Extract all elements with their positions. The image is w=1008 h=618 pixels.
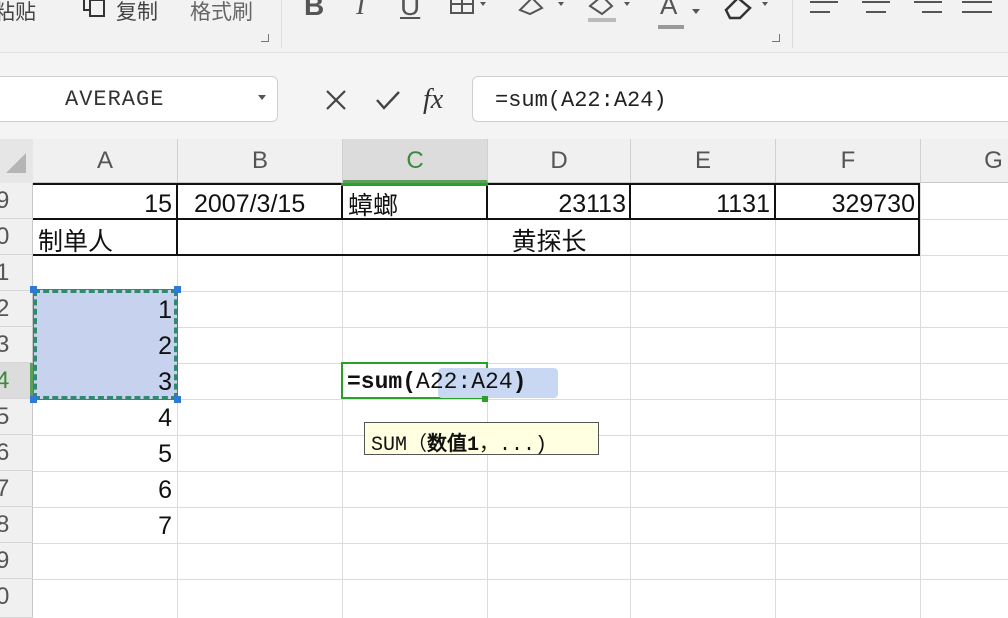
cell-a19[interactable]: 15	[36, 190, 172, 219]
formula-input[interactable]: =sum(A22:A24)	[472, 76, 1008, 122]
cell-d19[interactable]: 23113	[490, 190, 626, 219]
cell-a26[interactable]: 5	[36, 440, 172, 469]
column-header-b[interactable]: B	[178, 139, 343, 183]
borders-icon[interactable]	[450, 0, 490, 23]
column-header-c[interactable]: C	[343, 139, 488, 183]
formula-value: =sum(A22:A24)	[495, 88, 667, 113]
cell-f19[interactable]: 329730	[779, 190, 915, 219]
range-handle[interactable]	[174, 286, 181, 293]
range-handle[interactable]	[30, 286, 37, 293]
range-handle[interactable]	[30, 396, 37, 403]
underline-button[interactable]: U	[400, 0, 420, 22]
align-center-icon[interactable]	[862, 0, 890, 25]
cell-a28[interactable]: 7	[36, 512, 172, 541]
row-header[interactable]: 8	[0, 507, 33, 543]
cell-a22[interactable]: 1	[36, 296, 172, 325]
row-header-active[interactable]: 4	[0, 363, 33, 399]
column-header-f[interactable]: F	[776, 139, 921, 183]
formula-suffix: )	[512, 369, 527, 395]
clipboard-dialog-launcher[interactable]	[261, 34, 269, 42]
column-header-d[interactable]: D	[488, 139, 631, 183]
column-header-e[interactable]: E	[631, 139, 776, 183]
gridline	[33, 363, 1008, 364]
row-header[interactable]: 2	[0, 291, 33, 327]
row-header[interactable]: 6	[0, 435, 33, 471]
ribbon-toolbar: 粘贴 复制 格式刷 B I U A	[0, 0, 1008, 53]
row-header[interactable]: 1	[0, 255, 33, 291]
cell-a25[interactable]: 4	[36, 404, 172, 433]
cell-c19[interactable]: 蟑螂	[348, 186, 398, 222]
tooltip-rest: ，...)	[479, 434, 548, 457]
copy-button[interactable]: 复制	[116, 0, 158, 26]
in-cell-formula[interactable]: =sum(A22:A24)	[347, 369, 526, 395]
table-border	[629, 183, 631, 219]
row-header[interactable]: 3	[0, 327, 33, 363]
name-box[interactable]: AVERAGE	[0, 76, 278, 122]
cell-a20[interactable]: 制单人	[38, 222, 113, 258]
gridline	[33, 543, 1008, 544]
column-header-a[interactable]: A	[33, 139, 178, 183]
eraser-icon[interactable]	[722, 0, 772, 29]
insert-function-button[interactable]: fx	[423, 84, 443, 116]
row-header[interactable]: 9	[0, 543, 33, 579]
table-border	[486, 183, 488, 219]
select-all-corner[interactable]	[0, 139, 33, 183]
tooltip-open-paren: （	[407, 434, 428, 457]
gridline	[33, 327, 1008, 328]
copy-icon	[82, 0, 108, 23]
formula-range-ref: A22:A24	[416, 369, 513, 395]
ribbon-separator	[281, 0, 282, 48]
table-border	[341, 183, 343, 219]
fill-color-icon[interactable]	[586, 0, 636, 29]
cell-a23[interactable]: 2	[36, 332, 172, 361]
table-border	[774, 183, 776, 219]
align-left-icon[interactable]	[810, 0, 838, 25]
tooltip-function-name[interactable]: SUM	[371, 434, 407, 457]
fill-handle[interactable]	[482, 396, 488, 402]
format-painter-button[interactable]: 格式刷	[190, 0, 253, 26]
fill-pattern-icon[interactable]	[518, 0, 568, 23]
confirm-icon[interactable]	[374, 88, 402, 117]
align-right-icon[interactable]	[914, 0, 942, 25]
row-header[interactable]: 0	[0, 219, 33, 255]
cell-a27[interactable]: 6	[36, 476, 172, 505]
column-header-g[interactable]: G	[921, 139, 1008, 183]
range-handle[interactable]	[174, 396, 181, 403]
bold-button[interactable]: B	[304, 0, 324, 22]
justify-icon[interactable]	[962, 0, 992, 25]
italic-button[interactable]: I	[356, 0, 365, 22]
chevron-down-icon[interactable]	[692, 2, 702, 20]
chevron-down-icon[interactable]	[258, 95, 266, 100]
cancel-icon[interactable]	[324, 88, 348, 117]
gridline	[920, 183, 921, 618]
gridline	[33, 579, 1008, 580]
font-color-bar	[658, 18, 686, 36]
row-header[interactable]: 7	[0, 471, 33, 507]
name-box-value: AVERAGE	[65, 87, 165, 112]
cell-b19[interactable]: 2007/3/15	[194, 190, 305, 219]
paste-button[interactable]: 粘贴	[0, 0, 36, 26]
formula-prefix: =sum(	[347, 369, 417, 395]
row-header[interactable]: 5	[0, 399, 33, 435]
function-tooltip: SUM（数值1，...)	[364, 422, 599, 457]
ribbon-separator	[792, 0, 793, 48]
merged-cell-b20-f20[interactable]: 黄探长	[178, 222, 920, 258]
row-header[interactable]: 0	[0, 579, 33, 618]
cell-a24[interactable]: 3	[36, 368, 172, 397]
row-header[interactable]: 9	[0, 183, 33, 219]
font-dialog-launcher[interactable]	[772, 34, 780, 42]
gridline	[33, 471, 1008, 472]
gridline	[33, 507, 1008, 508]
cell-e19[interactable]: 1131	[634, 190, 770, 219]
tooltip-current-arg: 数值1	[427, 434, 480, 457]
